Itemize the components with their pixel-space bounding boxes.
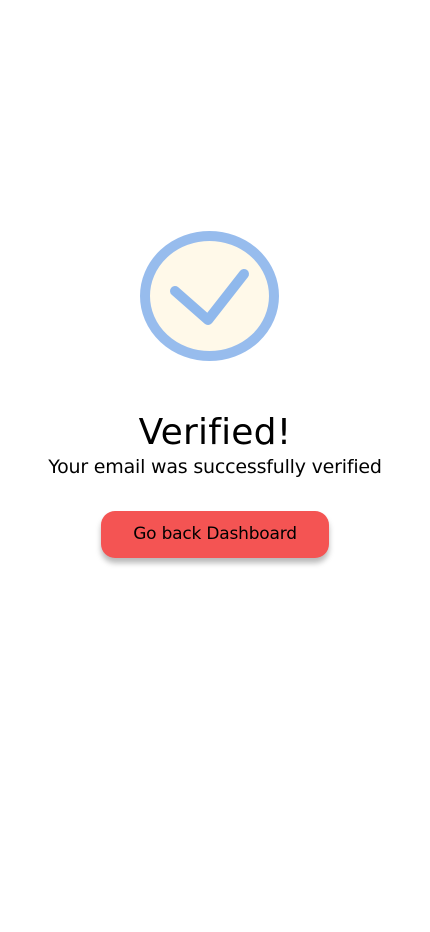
check-circle-icon — [140, 231, 279, 361]
success-message: Your email was successfully verified — [48, 456, 382, 478]
page-title: Verified! — [138, 412, 292, 454]
go-back-dashboard-button[interactable]: Go back Dashboard — [101, 511, 329, 558]
verification-success-screen: Verified! Your email was successfully ve… — [0, 0, 430, 932]
